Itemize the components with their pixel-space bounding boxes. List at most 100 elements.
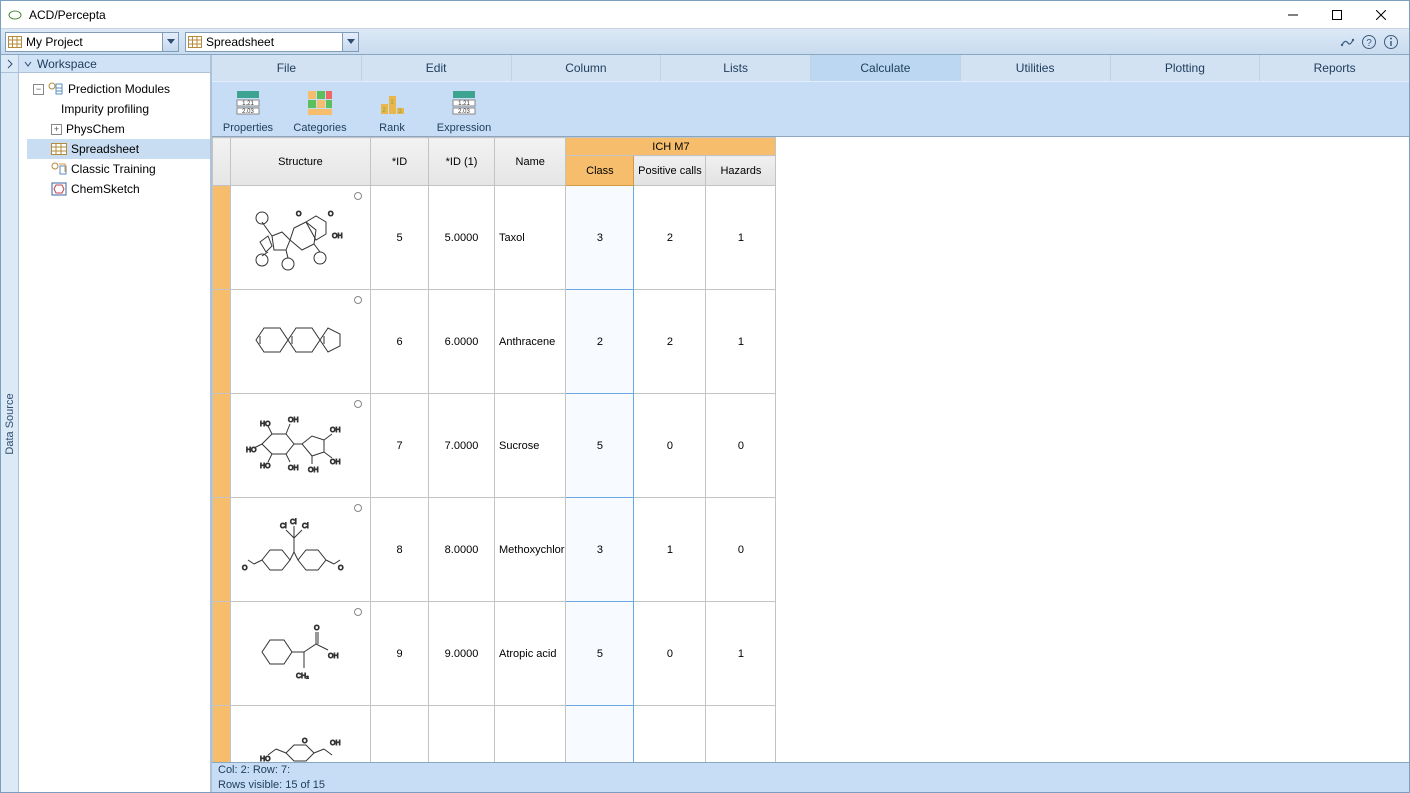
cell-name[interactable]: Methoxychlor	[495, 498, 566, 602]
cell-id[interactable]: 7	[371, 394, 429, 498]
structure-cell[interactable]: ClClClOO	[231, 498, 371, 602]
table-row[interactable]: HOOHO	[213, 706, 776, 763]
cell-positive[interactable]: 0	[634, 602, 706, 706]
cell-class[interactable]: 3	[566, 498, 634, 602]
cell-id[interactable]: 8	[371, 498, 429, 602]
svg-text:OH: OH	[330, 427, 341, 434]
cell-id[interactable]: 9	[371, 602, 429, 706]
cell-positive[interactable]: 2	[634, 290, 706, 394]
ribbon-rank[interactable]: 213 Rank	[364, 86, 420, 134]
tree-node-prediction-modules[interactable]: − Prediction Modules	[27, 79, 210, 99]
tab-calculate[interactable]: Calculate	[811, 55, 961, 81]
svg-text:1.21: 1.21	[458, 101, 470, 107]
tab-lists[interactable]: Lists	[661, 55, 811, 81]
col-positive[interactable]: Positive calls	[634, 156, 706, 186]
cell-class[interactable]: 5	[566, 602, 634, 706]
tree-node-spreadsheet[interactable]: Spreadsheet	[27, 139, 210, 159]
cell-hazards[interactable]: 0	[706, 394, 776, 498]
cell-hazards[interactable]: 1	[706, 602, 776, 706]
view-combo[interactable]: Spreadsheet	[185, 32, 359, 52]
cell-positive[interactable]: 0	[634, 394, 706, 498]
cell-positive[interactable]: 1	[634, 498, 706, 602]
row-header[interactable]	[213, 498, 231, 602]
tree-node-classic-training[interactable]: Classic Training	[27, 159, 210, 179]
workspace-tree: − Prediction Modules Impurity profiling …	[19, 73, 210, 205]
table-row[interactable]: CH₂OOH 9 9.0000 Atropic acid 5 0 1	[213, 602, 776, 706]
cell-id1[interactable]: 6.0000	[429, 290, 495, 394]
structure-cell[interactable]: HOHOOHHOOHOHOHOH	[231, 394, 371, 498]
cell-name[interactable]: Anthracene	[495, 290, 566, 394]
data-source-panel[interactable]: Data Source	[1, 55, 19, 792]
settings-icon[interactable]	[1339, 34, 1355, 50]
cell-id[interactable]: 5	[371, 186, 429, 290]
status-bar: Col: 2: Row: 7: Rows visible: 15 of 15	[212, 762, 1409, 792]
svg-text:O: O	[328, 211, 334, 218]
tab-plotting[interactable]: Plotting	[1111, 55, 1261, 81]
row-header[interactable]	[213, 186, 231, 290]
minimize-button[interactable]	[1271, 1, 1315, 29]
structure-cell[interactable]: HOOHO	[231, 706, 371, 763]
help-icon[interactable]: ?	[1361, 34, 1377, 50]
structure-sucrose: HOHOOHHOOHOHOHOH	[232, 400, 352, 488]
cell-id1[interactable]: 9.0000	[429, 602, 495, 706]
col-hazards[interactable]: Hazards	[706, 156, 776, 186]
tree-node-impurity[interactable]: Impurity profiling	[27, 99, 210, 119]
table-row[interactable]: HOHOOHHOOHOHOHOH 7 7.0000 Sucrose 5 0 0	[213, 394, 776, 498]
data-source-toggle[interactable]	[1, 55, 18, 73]
table-row[interactable]: ClClClOO 8 8.0000 Methoxychlor 3 1 0	[213, 498, 776, 602]
row-header[interactable]	[213, 290, 231, 394]
project-combo[interactable]: My Project	[5, 32, 179, 52]
row-header[interactable]	[213, 602, 231, 706]
cell-id1[interactable]: 5.0000	[429, 186, 495, 290]
col-id1[interactable]: *ID (1)	[429, 138, 495, 186]
cell-name[interactable]: Atropic acid	[495, 602, 566, 706]
tab-reports[interactable]: Reports	[1260, 55, 1409, 81]
col-name[interactable]: Name	[495, 138, 566, 186]
ribbon-categories[interactable]: Categories	[292, 86, 348, 134]
cell-name[interactable]: Sucrose	[495, 394, 566, 498]
row-header[interactable]	[213, 706, 231, 763]
tab-file[interactable]: File	[212, 55, 362, 81]
cell-hazards[interactable]: 0	[706, 498, 776, 602]
ribbon-expression[interactable]: 1.212.03 Expression	[436, 86, 492, 134]
col-group-ichm7[interactable]: ICH M7	[566, 138, 776, 156]
maximize-button[interactable]	[1315, 1, 1359, 29]
table-row[interactable]: OOOH 5 5.0000 Taxol 3 2 1	[213, 186, 776, 290]
structure-marker-icon	[354, 400, 362, 408]
cell-positive[interactable]: 2	[634, 186, 706, 290]
project-dropdown-icon[interactable]	[162, 33, 178, 51]
table-row[interactable]: 6 6.0000 Anthracene 2 2 1	[213, 290, 776, 394]
structure-cell[interactable]: OOOH	[231, 186, 371, 290]
properties-icon: 1.212.03	[231, 86, 265, 120]
cell-class[interactable]: 2	[566, 290, 634, 394]
ribbon-properties[interactable]: 1.212.03 Properties	[220, 86, 276, 134]
close-button[interactable]	[1359, 1, 1403, 29]
cell-id1[interactable]: 7.0000	[429, 394, 495, 498]
info-icon[interactable]	[1383, 34, 1399, 50]
cell-class[interactable]: 5	[566, 394, 634, 498]
tree-expand-icon[interactable]: +	[51, 124, 62, 135]
tree-collapse-icon[interactable]: −	[33, 84, 44, 95]
svg-text:Cl: Cl	[302, 523, 309, 530]
tree-node-physchem[interactable]: + PhysChem	[27, 119, 210, 139]
workspace-header[interactable]: Workspace	[19, 55, 210, 73]
cell-id1[interactable]: 8.0000	[429, 498, 495, 602]
cell-hazards[interactable]: 1	[706, 290, 776, 394]
row-header[interactable]	[213, 394, 231, 498]
tab-edit[interactable]: Edit	[362, 55, 512, 81]
col-id[interactable]: *ID	[371, 138, 429, 186]
cell-class[interactable]: 3	[566, 186, 634, 290]
col-structure[interactable]: Structure	[231, 138, 371, 186]
view-dropdown-icon[interactable]	[342, 33, 358, 51]
col-class[interactable]: Class	[566, 156, 634, 186]
spreadsheet-grid[interactable]: Structure *ID *ID (1) Name ICH M7 Class …	[212, 137, 1409, 762]
structure-cell[interactable]: CH₂OOH	[231, 602, 371, 706]
cell-id[interactable]: 6	[371, 290, 429, 394]
tree-node-chemsketch[interactable]: ChemSketch	[27, 179, 210, 199]
cell-hazards[interactable]: 1	[706, 186, 776, 290]
structure-cell[interactable]	[231, 290, 371, 394]
cell-name[interactable]: Taxol	[495, 186, 566, 290]
categories-icon	[303, 86, 337, 120]
tab-column[interactable]: Column	[512, 55, 662, 81]
tab-utilities[interactable]: Utilities	[961, 55, 1111, 81]
